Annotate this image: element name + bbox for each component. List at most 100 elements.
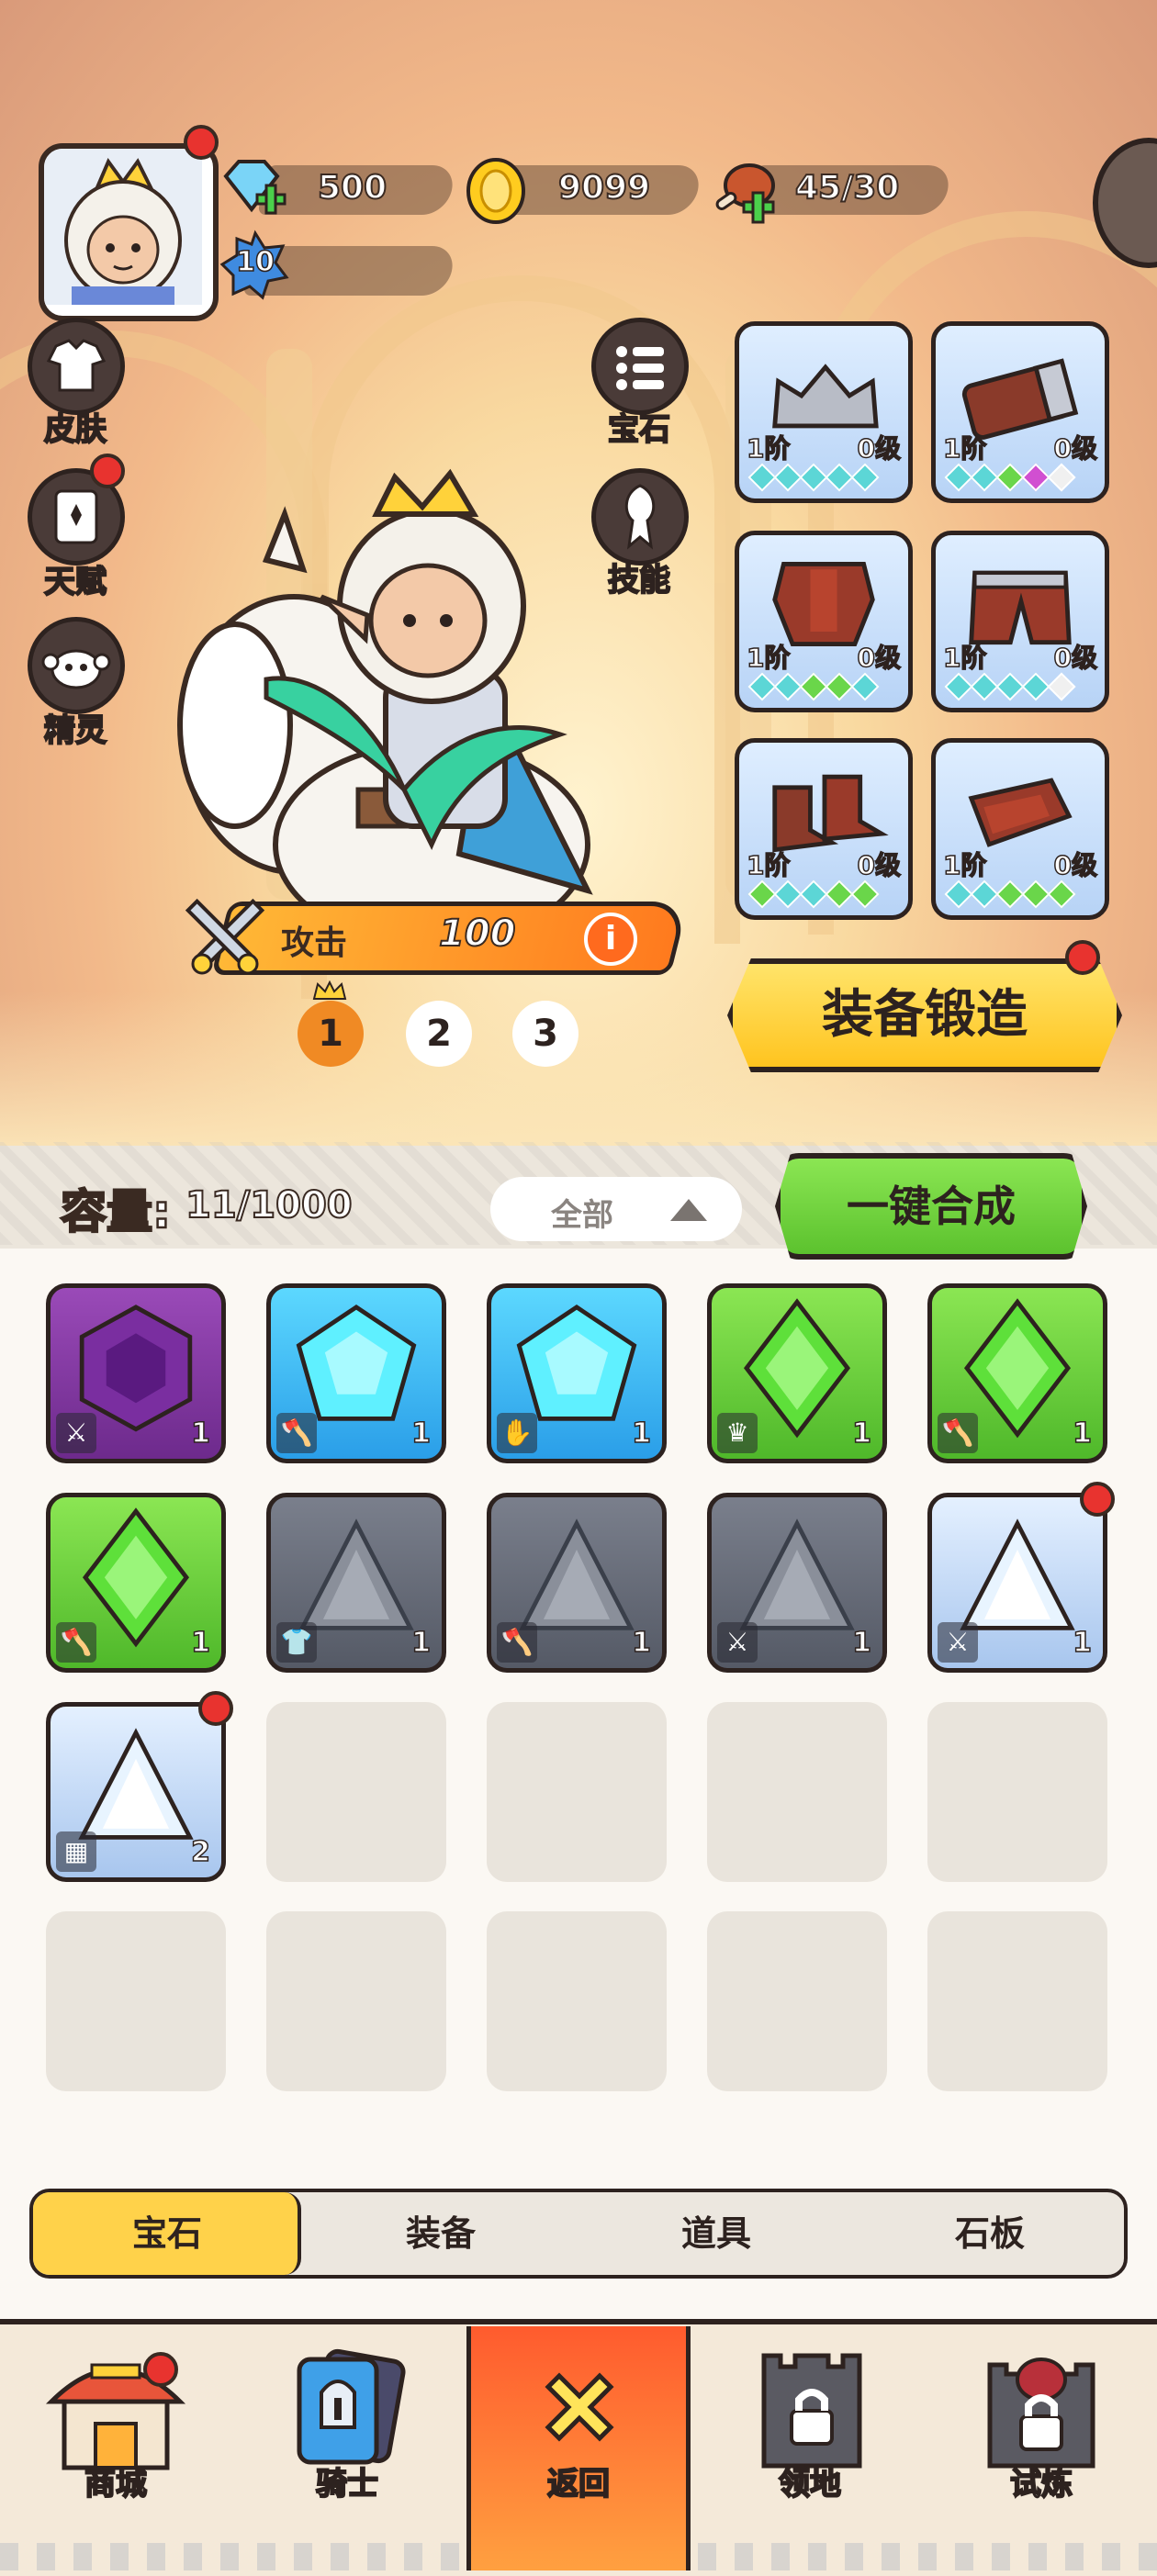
gem-socket bbox=[799, 672, 828, 701]
gem-notification-dot bbox=[198, 1691, 233, 1726]
equipment-slot[interactable]: 1阶 0级 bbox=[931, 531, 1109, 712]
tab-gem[interactable]: 宝石 bbox=[33, 2192, 301, 2275]
gem-item[interactable]: ✋ 1 bbox=[487, 1283, 667, 1463]
nav-shop[interactable]: 商城 bbox=[0, 2326, 231, 2570]
equipment-tier: 1阶 bbox=[942, 642, 987, 674]
gem-item[interactable]: 🪓 1 bbox=[46, 1493, 226, 1673]
list-icon bbox=[616, 346, 664, 390]
nav-territory[interactable]: 领地 bbox=[694, 2326, 926, 2570]
info-icon[interactable]: i bbox=[584, 913, 637, 966]
equipment-forge-button[interactable]: 装备锻造 bbox=[727, 958, 1122, 1072]
equipment-slot[interactable]: 1阶 0级 bbox=[735, 531, 913, 712]
equipment-slot[interactable]: 1阶 0级 bbox=[931, 738, 1109, 920]
capacity-value: 11/1000 bbox=[185, 1183, 354, 1227]
level-number: 10 bbox=[235, 245, 275, 279]
sword-slot-icon: ⚔ bbox=[717, 1622, 758, 1663]
gem-count: 2 bbox=[190, 1835, 210, 1869]
page-2-button[interactable]: 2 bbox=[406, 1001, 472, 1067]
page-1-button[interactable]: 1 bbox=[298, 1001, 364, 1067]
gem-socket bbox=[825, 463, 854, 492]
gem-count: 1 bbox=[631, 1626, 651, 1660]
equipment-slot[interactable]: 1阶 0级 bbox=[931, 321, 1109, 503]
gem-count: 1 bbox=[1072, 1417, 1092, 1450]
diamond-plus-icon[interactable] bbox=[217, 154, 290, 228]
nav-trial[interactable]: 试炼 bbox=[926, 2326, 1157, 2570]
gem-count: 1 bbox=[631, 1417, 651, 1450]
gem-count: 1 bbox=[410, 1417, 431, 1450]
gem-socket-row bbox=[747, 879, 904, 909]
tab-equipment[interactable]: 装备 bbox=[305, 2192, 577, 2275]
capacity-label: 容量: bbox=[60, 1184, 173, 1240]
empty-slot bbox=[487, 1702, 667, 1882]
equipment-tier: 1阶 bbox=[746, 849, 791, 881]
axe-slot-icon: 🪓 bbox=[938, 1413, 978, 1453]
gem-item[interactable]: ⚔ 1 bbox=[707, 1493, 887, 1673]
forge-notification-dot bbox=[1065, 940, 1100, 975]
gem-item[interactable]: ▦ 2 bbox=[46, 1702, 226, 1882]
gem-socket-row bbox=[944, 672, 1101, 701]
gem-item[interactable]: 🪓 1 bbox=[487, 1493, 667, 1673]
gem-socket bbox=[1021, 463, 1050, 492]
gem-item[interactable]: 👕 1 bbox=[266, 1493, 446, 1673]
skin-button[interactable] bbox=[28, 318, 125, 415]
level-star-badge: 10 bbox=[219, 230, 292, 303]
pants-slot-icon: ▦ bbox=[56, 1831, 96, 1872]
skin-label: 皮肤 bbox=[43, 410, 107, 449]
gem-item[interactable]: ⚔ 1 bbox=[46, 1283, 226, 1463]
close-x-icon bbox=[545, 2372, 614, 2442]
gem-item[interactable]: ♛ 1 bbox=[707, 1283, 887, 1463]
gems-count: 500 bbox=[317, 168, 388, 207]
gem-count: 1 bbox=[190, 1626, 210, 1660]
equipment-level: 0级 bbox=[1053, 849, 1098, 881]
avatar-notification-dot bbox=[184, 125, 219, 160]
equipment-level: 0级 bbox=[1053, 642, 1098, 674]
player-avatar[interactable] bbox=[39, 143, 219, 321]
empty-slot bbox=[707, 1911, 887, 2091]
equipment-level: 0级 bbox=[1053, 432, 1098, 465]
gold-coin-icon[interactable] bbox=[461, 156, 534, 230]
filter-value: 全部 bbox=[551, 1197, 613, 1234]
gem-socket bbox=[1047, 672, 1076, 701]
meat-plus-icon[interactable] bbox=[707, 154, 784, 231]
equipment-tier: 1阶 bbox=[746, 642, 791, 674]
gem-socket-row bbox=[944, 463, 1101, 492]
axe-slot-icon: 🪓 bbox=[276, 1413, 317, 1453]
equipment-tier: 1阶 bbox=[942, 432, 987, 465]
nav-return-label: 返回 bbox=[546, 2465, 611, 2503]
gem-item[interactable]: ⚔ 1 bbox=[927, 1493, 1107, 1673]
spirit-label: 精灵 bbox=[43, 711, 107, 750]
gem-item[interactable]: 🪓 1 bbox=[927, 1283, 1107, 1463]
gem-socket-row bbox=[944, 879, 1101, 909]
empty-slot bbox=[707, 1702, 887, 1882]
empty-slot bbox=[927, 1911, 1107, 2091]
triangle-up-icon bbox=[670, 1199, 707, 1221]
equipment-tier: 1阶 bbox=[746, 432, 791, 465]
crown-slot-icon: ♛ bbox=[717, 1413, 758, 1453]
nav-knight-label: 骑士 bbox=[315, 2465, 379, 2503]
equipment-level: 0级 bbox=[857, 849, 902, 881]
filter-dropdown[interactable]: 全部 bbox=[490, 1177, 742, 1241]
equipment-slot[interactable]: 1阶 0级 bbox=[735, 738, 913, 920]
gem-socket bbox=[995, 463, 1025, 492]
gem-notification-dot bbox=[1080, 1482, 1115, 1517]
gem-socket bbox=[1021, 879, 1050, 909]
gem-count: 1 bbox=[851, 1417, 871, 1450]
tab-slate[interactable]: 石板 bbox=[856, 2192, 1124, 2275]
shirt-slot-icon: 👕 bbox=[276, 1622, 317, 1663]
spirit-button[interactable] bbox=[28, 617, 125, 714]
gem-list-button[interactable] bbox=[591, 318, 689, 415]
page-3-button[interactable]: 3 bbox=[512, 1001, 578, 1067]
gem-socket bbox=[747, 672, 777, 701]
gem-count: 1 bbox=[1072, 1626, 1092, 1660]
gem-socket bbox=[799, 879, 828, 909]
gem-item[interactable]: 🪓 1 bbox=[266, 1283, 446, 1463]
equipment-tier: 1阶 bbox=[942, 849, 987, 881]
one-click-merge-button[interactable]: 一键合成 bbox=[775, 1153, 1087, 1260]
nav-shop-label: 商城 bbox=[84, 2465, 148, 2503]
nav-return[interactable]: 返回 bbox=[466, 2326, 691, 2570]
gem-socket bbox=[825, 879, 854, 909]
axe-slot-icon: 🪓 bbox=[56, 1622, 96, 1663]
equipment-slot[interactable]: 1阶 0级 bbox=[735, 321, 913, 503]
tab-items[interactable]: 道具 bbox=[580, 2192, 852, 2275]
nav-knight[interactable]: 骑士 bbox=[231, 2326, 463, 2570]
